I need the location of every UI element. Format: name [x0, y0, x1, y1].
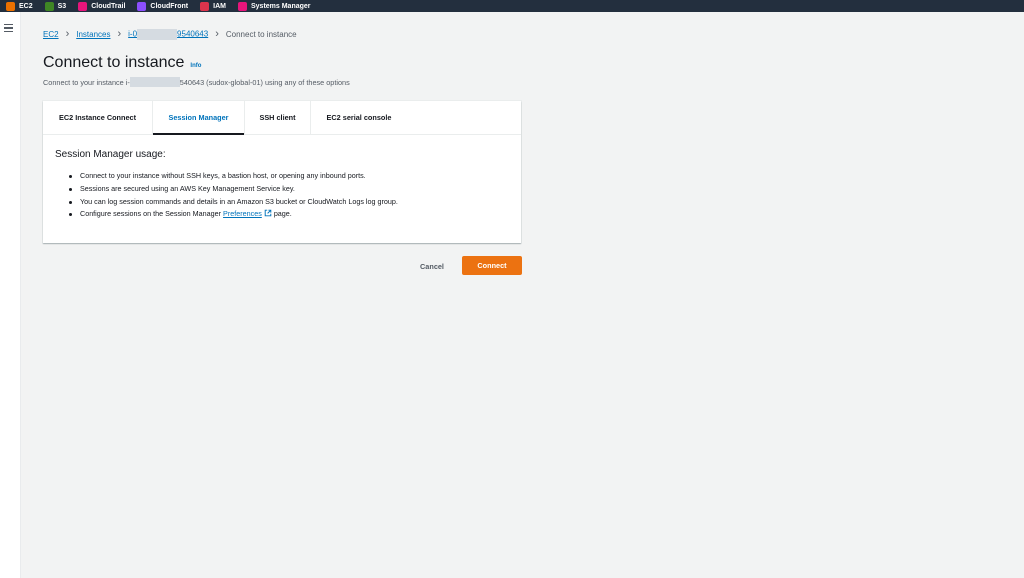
tab-list: EC2 Instance Connect Session Manager SSH…: [43, 101, 521, 135]
cloudtrail-icon: [78, 1, 88, 11]
preferences-text-before: Configure sessions on the Session Manage…: [80, 209, 222, 219]
preferences-link[interactable]: Preferences: [223, 209, 262, 218]
tab-session-manager[interactable]: Session Manager: [153, 101, 245, 135]
chevron-right-icon: ›: [65, 28, 70, 40]
service-cloudfront[interactable]: CloudFront: [137, 0, 188, 12]
service-s3[interactable]: S3: [44, 0, 67, 12]
subtitle-text-after: 540643 (sudox-global-01) using any of th…: [179, 77, 350, 87]
ec2-icon: [6, 1, 15, 11]
breadcrumb-instances[interactable]: Instances: [76, 30, 110, 39]
breadcrumb-ec2[interactable]: EC2: [43, 30, 59, 39]
tab-ssh-client[interactable]: SSH client: [245, 101, 311, 134]
chevron-right-icon: ›: [215, 28, 219, 40]
service-label: IAM: [213, 2, 226, 10]
page-subtitle: Connect to your instance i- 540643 (sudo…: [43, 77, 350, 87]
external-link-icon: [264, 210, 272, 217]
cloudfront-icon: [137, 1, 147, 11]
page-title: Connect to instance: [43, 54, 185, 71]
service-label: CloudTrail: [91, 2, 126, 10]
service-label: EC2: [19, 2, 33, 10]
service-label: Systems Manager: [250, 2, 311, 10]
side-navigation-rail: [0, 12, 21, 578]
redacted-block: [137, 28, 178, 40]
breadcrumb: EC2 › Instances › i-0 9540643 › Connect t…: [43, 28, 297, 40]
service-label: CloudFront: [150, 2, 189, 10]
connect-options-panel: EC2 Instance Connect Session Manager SSH…: [43, 101, 521, 243]
connect-button[interactable]: Connect: [462, 256, 522, 275]
service-systems-manager[interactable]: Systems Manager: [237, 0, 311, 12]
breadcrumb-current: Connect to instance: [225, 29, 297, 39]
list-item: Sessions are secured using an AWS Key Ma…: [55, 183, 509, 196]
tab-ec2-instance-connect[interactable]: EC2 Instance Connect: [43, 101, 153, 134]
service-cloudtrail[interactable]: CloudTrail: [78, 0, 125, 12]
instance-id-suffix: 9540643: [177, 29, 209, 39]
chevron-right-icon: ›: [117, 28, 122, 40]
service-label: S3: [57, 2, 67, 10]
usage-title: Session Manager usage:: [55, 149, 166, 160]
list-item: Configure sessions on the Session Manage…: [55, 208, 509, 221]
service-iam[interactable]: IAM: [200, 0, 226, 12]
tab-ec2-serial-console[interactable]: EC2 serial console: [311, 101, 407, 134]
usage-list: Connect to your instance without SSH key…: [55, 170, 509, 221]
subtitle-text-before: Connect to your instance i-: [43, 77, 130, 87]
page-title-row: Connect to instance Info: [43, 54, 201, 72]
cancel-button[interactable]: Cancel: [412, 257, 452, 275]
s3-icon: [44, 1, 54, 11]
service-ec2[interactable]: EC2: [6, 0, 33, 12]
info-link[interactable]: Info: [190, 63, 201, 69]
list-item: You can log session commands and details…: [55, 196, 509, 209]
iam-icon: [200, 1, 210, 11]
systems-manager-icon: [237, 1, 247, 11]
list-item: Connect to your instance without SSH key…: [55, 170, 509, 183]
instance-id-prefix: i-0: [128, 29, 138, 39]
hamburger-icon[interactable]: [4, 24, 13, 33]
redacted-block: [129, 77, 180, 87]
breadcrumb-instance-id[interactable]: i-0 9540643: [128, 28, 209, 40]
services-bar: EC2 S3 CloudTrail CloudFront IAM Systems…: [0, 0, 1024, 12]
session-manager-content: Session Manager usage: Connect to your i…: [55, 149, 509, 221]
preferences-text-after: page.: [273, 209, 292, 219]
